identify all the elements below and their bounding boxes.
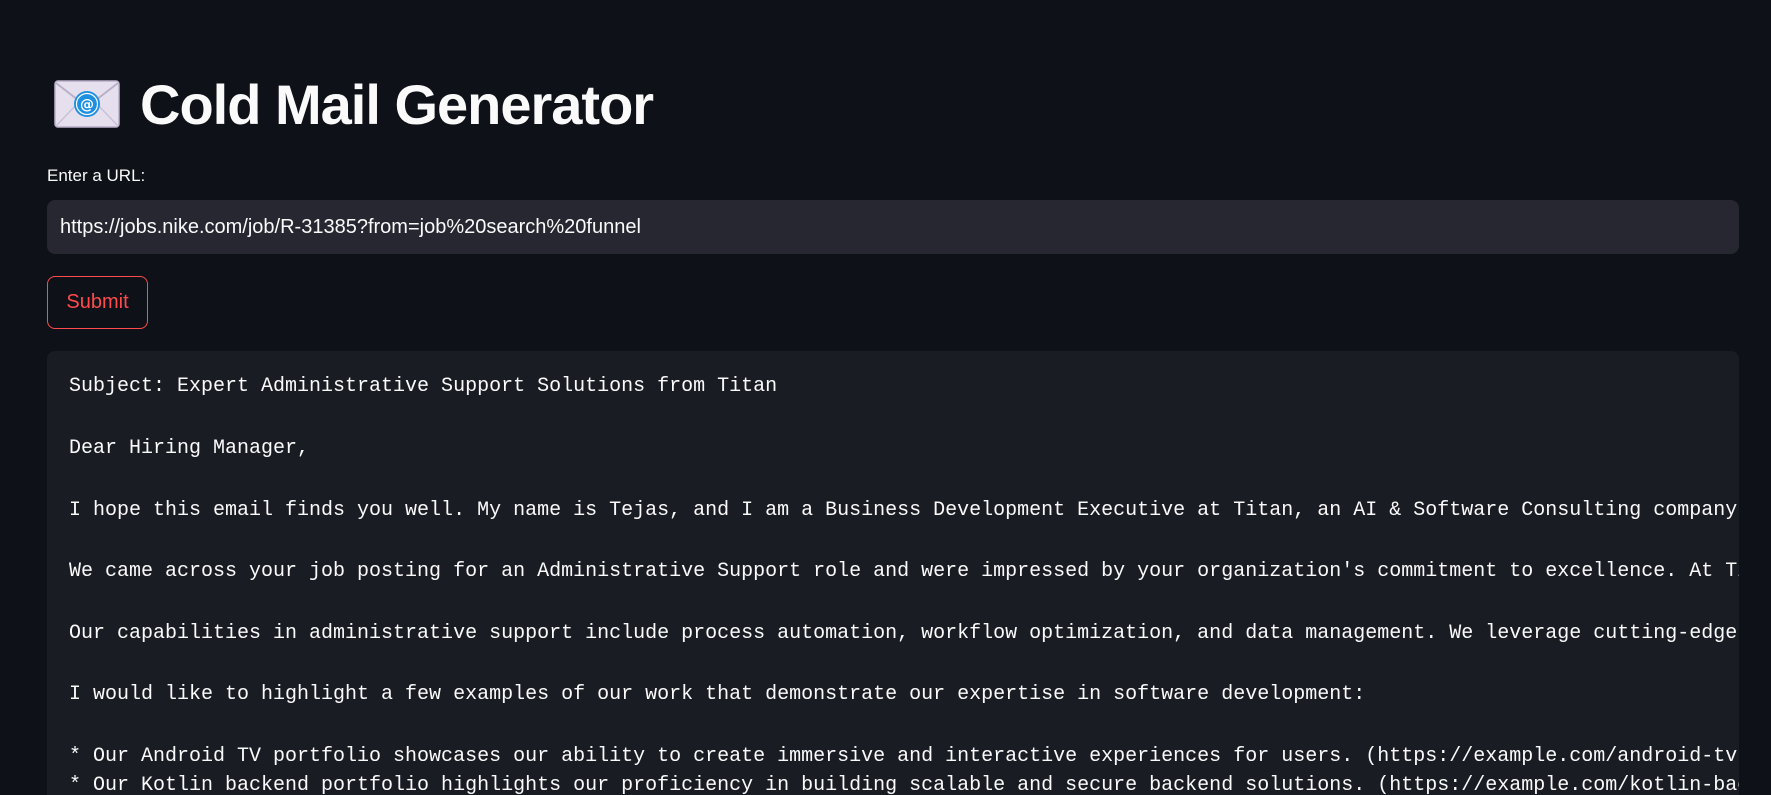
email-bullet-line: * Our Android TV portfolio showcases our… <box>69 745 1739 768</box>
page-title: Cold Mail Generator <box>140 72 654 136</box>
email-output-text: Subject: Expert Administrative Support S… <box>69 351 1739 795</box>
email-output-block: Subject: Expert Administrative Support S… <box>47 351 1739 795</box>
app-root: @ Cold Mail Generator Enter a URL: Submi… <box>0 0 1771 795</box>
submit-button[interactable]: Submit <box>47 276 148 329</box>
email-greeting-line: Dear Hiring Manager, <box>69 437 310 460</box>
title-row: @ Cold Mail Generator <box>54 72 654 136</box>
envelope-icon: @ <box>54 80 120 128</box>
email-body-line: I hope this email finds you well. My nam… <box>69 499 1739 522</box>
email-body-line: I would like to highlight a few examples… <box>69 683 1366 706</box>
email-subject-line: Subject: Expert Administrative Support S… <box>69 375 778 398</box>
email-body-line: We came across your job posting for an A… <box>69 560 1739 583</box>
url-input[interactable] <box>47 200 1739 254</box>
email-body-line: Our capabilities in administrative suppo… <box>69 622 1739 645</box>
email-bullet-line: * Our Kotlin backend portfolio highlight… <box>69 774 1739 795</box>
svg-text:@: @ <box>80 97 94 113</box>
url-input-label: Enter a URL: <box>47 166 146 185</box>
